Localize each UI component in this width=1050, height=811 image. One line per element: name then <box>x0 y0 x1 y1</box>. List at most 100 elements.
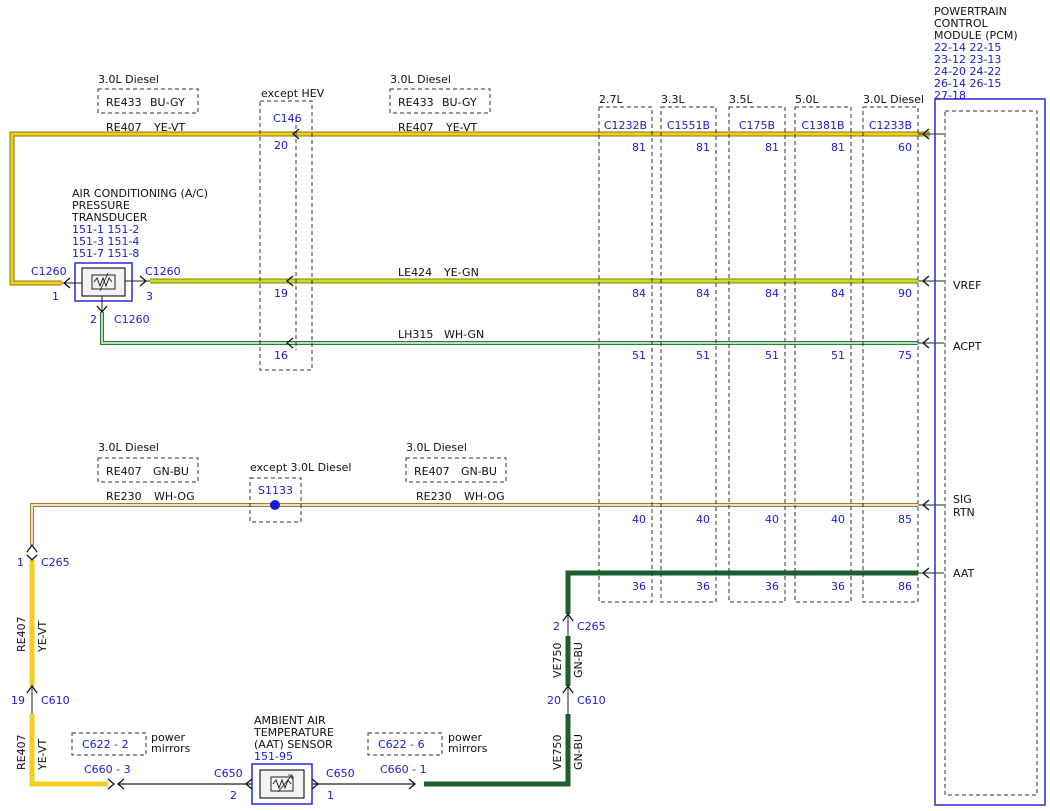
aat-sensor-body <box>259 769 305 799</box>
wire-label-lh315-circuit: LH315 <box>398 328 433 341</box>
c146-pin-16[interactable]: 16 <box>274 349 288 362</box>
wire-label-re230-left-color: WH-OG <box>154 490 195 503</box>
engine-connector-columns: 2.7L C1232B 81 84 51 40 36 3.3L C1551B 81 84 51 40 36… <box>598 93 924 603</box>
aat-ref[interactable]: 151-95 <box>254 750 293 763</box>
engine-column-1-label: 3.3L <box>661 93 685 106</box>
wire-label-re230-mid-circuit: RE230 <box>416 490 452 503</box>
c265-right-conn[interactable]: C265 <box>577 620 606 633</box>
engine-column-3-connector[interactable]: C1381B <box>801 119 844 132</box>
engine-column-1-connector[interactable]: C1551B <box>667 119 710 132</box>
diesel-top-left-label: 3.0L Diesel <box>98 73 159 86</box>
mirror-conn-2[interactable]: C622 - 6 <box>378 738 425 751</box>
engine-column-0-pin-0[interactable]: 81 <box>632 141 646 154</box>
engine-column-0-pin-4[interactable]: 36 <box>632 580 646 593</box>
engine-column-0-pin-3[interactable]: 40 <box>632 513 646 526</box>
wire-re230 <box>30 503 918 545</box>
engine-column-4-pin-0[interactable]: 60 <box>898 141 912 154</box>
wire-label-re407-left-circuit: RE407 <box>106 121 142 134</box>
c265-right-pin[interactable]: 2 <box>553 620 560 633</box>
engine-column-0-pin-2[interactable]: 51 <box>632 349 646 362</box>
engine-column-1-pin-2[interactable]: 51 <box>696 349 710 362</box>
diesel-sig-left-label: 3.0L Diesel <box>98 441 159 454</box>
wire-label-ve750-v1-color: GN-BU <box>572 642 585 678</box>
engine-column-4-pin-2[interactable]: 75 <box>898 349 912 362</box>
diesel-top-mid-circuit: RE433 <box>398 96 434 109</box>
wire-re407-top <box>9 131 930 286</box>
c610-left-pin[interactable]: 19 <box>11 694 25 707</box>
wire-label-re407-v1-circuit: RE407 <box>15 616 28 652</box>
engine-column-0-pin-1[interactable]: 84 <box>632 287 646 300</box>
mirror-c660-1[interactable]: C660 - 3 <box>84 763 131 776</box>
engine-column-3-label: 5.0L <box>795 93 819 106</box>
engine-column-4-label: 3.0L Diesel <box>863 93 924 106</box>
pcm-pin-aat: AAT <box>953 567 975 580</box>
engine-column-0-label: 2.7L <box>599 93 623 106</box>
ac-conn-bottom[interactable]: C1260 <box>114 313 150 326</box>
ac-pin-left[interactable]: 1 <box>52 290 59 303</box>
c146-connector[interactable]: C146 <box>273 112 302 125</box>
engine-column-1-pin-0[interactable]: 81 <box>696 141 710 154</box>
engine-column-4-connector[interactable]: C1233B <box>869 119 912 132</box>
c265-left-conn[interactable]: C265 <box>41 556 70 569</box>
c146-pin-19[interactable]: 19 <box>274 287 288 300</box>
pcm-ref-5[interactable]: 27-18 <box>934 89 966 102</box>
wire-label-re407-left-color: YE-VT <box>153 121 186 134</box>
c265-left-arrow-up <box>26 543 38 553</box>
engine-column-1-pin-1[interactable]: 84 <box>696 287 710 300</box>
ac-pin-right[interactable]: 3 <box>146 290 153 303</box>
ac-conn-right[interactable]: C1260 <box>145 265 181 278</box>
wire-label-re407-v2-circuit: RE407 <box>15 734 28 770</box>
c146-pin-20[interactable]: 20 <box>274 139 288 152</box>
c610-right-conn[interactable]: C610 <box>577 694 606 707</box>
mirror-conn-1[interactable]: C622 - 2 <box>82 738 129 751</box>
ac-pin-bottom[interactable]: 2 <box>90 313 97 326</box>
diesel-sig-mid-label: 3.0L Diesel <box>406 441 467 454</box>
engine-column-2-pin-0[interactable]: 81 <box>765 141 779 154</box>
diesel-top-mid-label: 3.0L Diesel <box>390 73 451 86</box>
engine-column-1-pin-4[interactable]: 36 <box>696 580 710 593</box>
engine-column-3-pin-2[interactable]: 51 <box>831 349 845 362</box>
c610-right-pin[interactable]: 20 <box>547 694 561 707</box>
pcm-pin-vref: VREF <box>953 279 981 292</box>
aat-conn-right[interactable]: C650 <box>326 767 355 780</box>
ac-sensor-ref-3[interactable]: 151-7 151-8 <box>72 247 139 260</box>
wire-label-re230-left-circuit: RE230 <box>106 490 142 503</box>
engine-column-1-pin-3[interactable]: 40 <box>696 513 710 526</box>
splice-id[interactable]: S1133 <box>258 484 293 497</box>
diesel-top-mid-color: BU-GY <box>442 96 477 109</box>
diesel-sig-left-circuit: RE407 <box>106 465 142 478</box>
engine-column-4-pin-4[interactable]: 86 <box>898 580 912 593</box>
engine-column-2-pin-4[interactable]: 36 <box>765 580 779 593</box>
ac-sensor-body <box>81 267 126 297</box>
engine-column-0-connector[interactable]: C1232B <box>604 119 647 132</box>
mirror-c660-2[interactable]: C660 - 1 <box>380 763 427 776</box>
wire-label-re407-mid-circuit: RE407 <box>398 121 434 134</box>
wire-ve750-top <box>565 570 918 614</box>
c265-left-pin[interactable]: 1 <box>17 556 24 569</box>
ac-conn-left[interactable]: C1260 <box>31 265 67 278</box>
engine-column-2-pin-2[interactable]: 51 <box>765 349 779 362</box>
engine-column-2-label: 3.5L <box>729 93 753 106</box>
mirror-note-2b: mirrors <box>448 742 488 755</box>
engine-column-3-pin-1[interactable]: 84 <box>831 287 845 300</box>
engine-column-2-connector[interactable]: C175B <box>739 119 775 132</box>
splice-label: except 3.0L Diesel <box>250 461 351 474</box>
aat-conn-left[interactable]: C650 <box>214 767 243 780</box>
wire-label-re407-v2-color: YE-VT <box>36 738 49 771</box>
engine-column-3-pin-4[interactable]: 36 <box>831 580 845 593</box>
pcm-pin-sig: SIG <box>953 493 972 506</box>
diesel-top-left-circuit: RE433 <box>106 96 142 109</box>
engine-column-3-pin-0[interactable]: 81 <box>831 141 845 154</box>
pcm-arrows <box>921 128 930 579</box>
engine-column-2-pin-1[interactable]: 84 <box>765 287 779 300</box>
engine-column-3-pin-3[interactable]: 40 <box>831 513 845 526</box>
diesel-top-left-color: BU-GY <box>150 96 185 109</box>
engine-column-4-pin-3[interactable]: 85 <box>898 513 912 526</box>
aat-pin-left[interactable]: 2 <box>230 789 237 802</box>
diesel-sig-mid-circuit: RE407 <box>414 465 450 478</box>
wire-re230-fill <box>31 504 918 545</box>
engine-column-4-pin-1[interactable]: 90 <box>898 287 912 300</box>
c610-left-conn[interactable]: C610 <box>41 694 70 707</box>
aat-pin-right[interactable]: 1 <box>327 789 334 802</box>
engine-column-2-pin-3[interactable]: 40 <box>765 513 779 526</box>
